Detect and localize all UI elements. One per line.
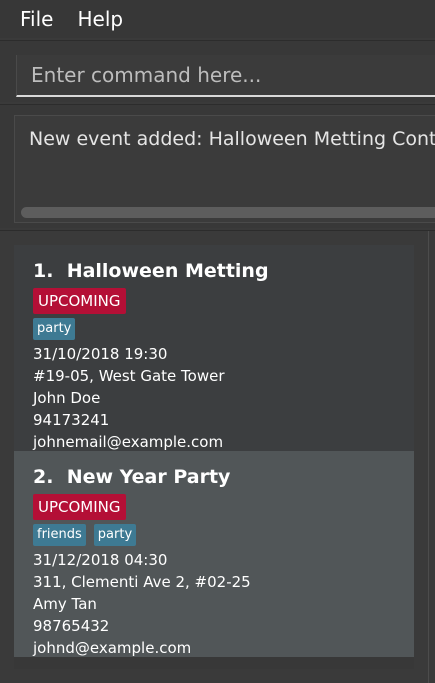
menu-file[interactable]: File (20, 7, 53, 31)
result-display-panel: New event added: Halloween Metting Conta… (0, 104, 435, 228)
tag-label: friends (33, 524, 86, 546)
menu-help[interactable]: Help (77, 7, 123, 31)
result-text: New event added: Halloween Metting Conta… (29, 128, 435, 150)
event-index: 2. (33, 466, 54, 488)
event-name: Halloween Metting (66, 260, 269, 282)
command-box-panel (0, 40, 435, 102)
horizontal-scrollbar[interactable] (21, 207, 435, 218)
tag-label: party (33, 318, 76, 340)
event-index: 1. (33, 260, 54, 282)
status-badge: UPCOMING (33, 288, 126, 314)
status-badge: UPCOMING (33, 494, 126, 520)
menu-bar: File Help (0, 0, 435, 38)
event-list-panel: 1. Halloween Metting UPCOMING party 31/1… (0, 230, 435, 683)
event-email: johnd@example.com (33, 639, 192, 657)
event-card[interactable]: 1. Halloween Metting UPCOMING party 31/1… (14, 245, 414, 451)
event-venue: #19-05, West Gate Tower (33, 367, 225, 385)
tag-label: party (93, 524, 137, 546)
result-display: New event added: Halloween Metting Conta… (14, 115, 435, 223)
event-list: 1. Halloween Metting UPCOMING party 31/1… (14, 245, 414, 669)
event-contact: John Doe (33, 389, 101, 407)
event-contact: Amy Tan (33, 595, 97, 613)
event-datetime: 31/10/2018 19:30 (33, 345, 168, 363)
event-email: johnemail@example.com (33, 433, 224, 451)
event-name: New Year Party (66, 466, 231, 488)
panel-divider (428, 231, 429, 683)
event-phone: 98765432 (33, 617, 110, 635)
event-card[interactable]: 2. New Year Party UPCOMING friends party … (14, 451, 414, 657)
event-venue: 311, Clementi Ave 2, #02-25 (33, 573, 251, 591)
event-title: 2. New Year Party (33, 463, 414, 491)
event-phone: 94173241 (33, 411, 110, 429)
tag-list: friends party (33, 523, 414, 547)
event-title: 1. Halloween Metting (33, 257, 414, 285)
command-input[interactable] (16, 55, 435, 97)
tag-list: party (33, 317, 414, 341)
event-datetime: 31/12/2018 04:30 (33, 551, 168, 569)
